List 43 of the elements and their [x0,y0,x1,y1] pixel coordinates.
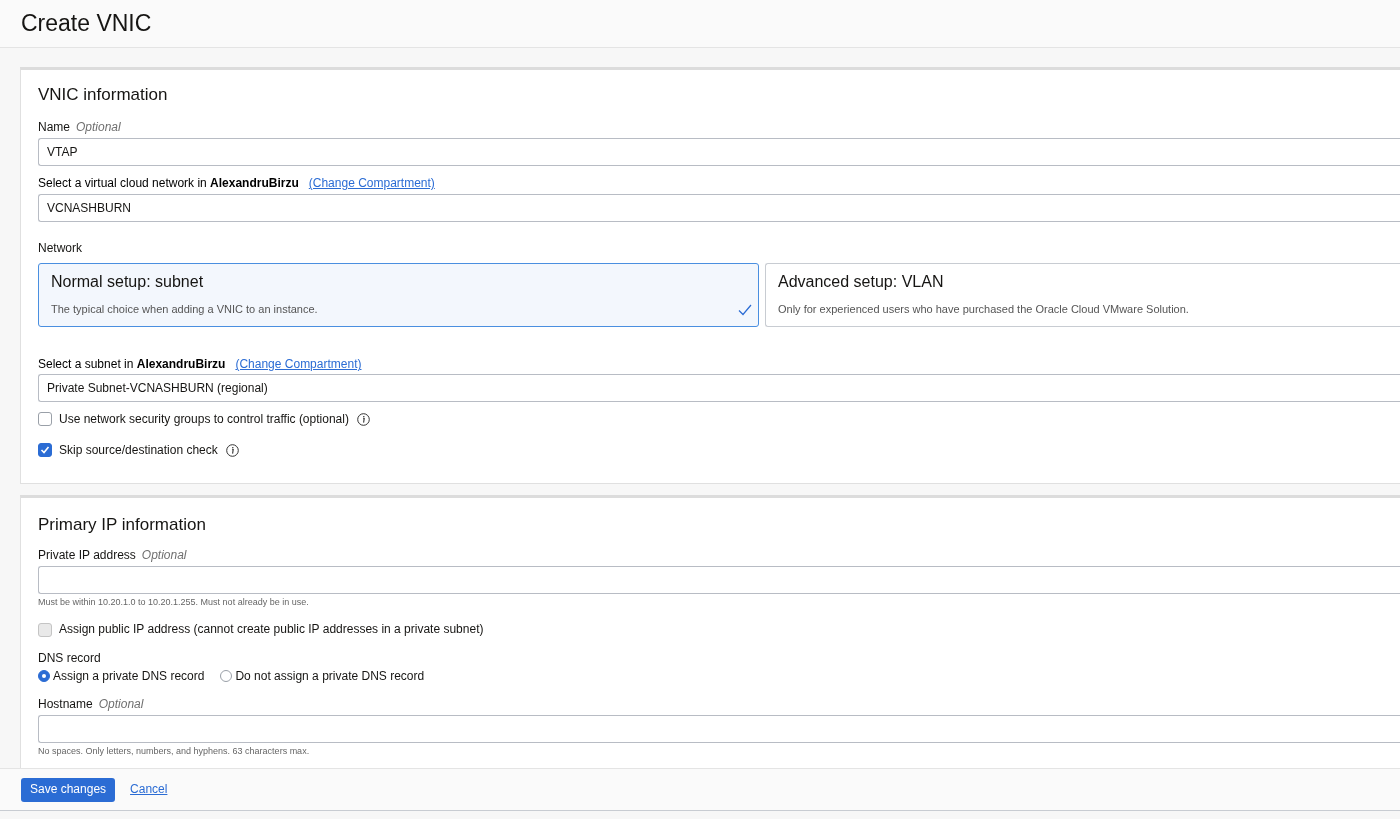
radio-button[interactable] [220,670,233,683]
checkbox[interactable] [38,412,52,427]
field-label: Name [38,120,70,136]
change-compartment-link[interactable]: (Change Compartment) [235,357,362,373]
checkbox-label: Skip source/destination check [59,442,218,458]
help-text: No spaces. Only letters, numbers, and hyphens. 63 characters max. [38,745,311,757]
optional-hint: Optional [98,696,144,712]
option-description: Only for experienced users who have purchased the Oracle Cloud VMware Solution. [778,303,1189,317]
check-icon [738,304,752,317]
option-title: Advanced setup: VLAN [778,272,945,293]
radio-label: Do not assign a private DNS record [235,668,425,684]
private-ip-field[interactable] [38,565,1400,594]
info-icon[interactable] [225,443,239,457]
radio-button[interactable] [38,670,50,683]
vcn-select[interactable]: VCNASHBURN [38,194,1400,223]
checkbox-label: Use network security groups to control traffic (optional) [59,411,349,427]
radio-label: Assign a private DNS record [53,668,205,684]
cancel-link[interactable]: Cancel [130,782,168,797]
check-icon [40,445,50,456]
optional-hint: Optional [141,547,187,563]
change-compartment-link[interactable]: (Change Compartment) [308,176,435,192]
section-title: VNIC information [38,84,169,106]
field-label: Select a virtual cloud network in AlexandruBirzu [38,176,299,192]
field-label: Hostname [38,696,93,712]
name-field[interactable]: VTAP [38,138,1400,167]
checkbox[interactable] [38,443,52,458]
subnet-select[interactable]: Private Subnet-VCNASHBURN (regional) [38,374,1400,403]
option-title: Normal setup: subnet [51,272,205,293]
field-label: Network [38,241,83,257]
help-text: Must be within 10.20.1.0 to 10.20.1.255. Must not already be in use. [38,596,310,608]
setup-option-tile[interactable]: Normal setup: subnet The typical choice when adding a VNIC to an instance. [38,263,759,328]
optional-hint: Optional [76,120,121,136]
hostname-field[interactable] [38,714,1400,743]
option-description: The typical choice when adding a VNIC to an instance. [51,303,318,317]
save-changes-button[interactable]: Save changes [21,777,116,802]
field-label: Select a subnet in AlexandruBirzu [38,357,226,373]
page-title: Create VNIC [21,9,152,38]
checkbox-label: Assign public IP address (cannot create public IP addresses in a private subnet) [59,622,484,638]
field-label: Private IP address [38,547,136,563]
field-label: DNS record [38,650,102,666]
info-icon[interactable] [356,412,370,426]
setup-option-tile[interactable]: Advanced setup: VLAN Only for experienced users who have purchased the Oracle Cloud VMware Solution. [765,263,1400,328]
section-title: Primary IP information [38,514,207,536]
